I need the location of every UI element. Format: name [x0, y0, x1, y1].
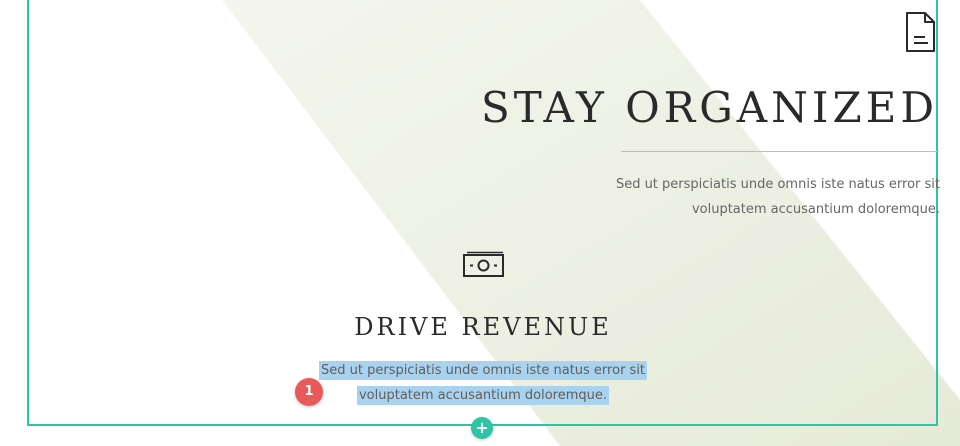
annotation-badge: 1	[295, 378, 323, 406]
add-section-button[interactable]: +	[471, 417, 493, 439]
body-line: Sed ut perspiciatis unde omnis iste natu…	[615, 177, 940, 192]
drive-revenue-text[interactable]: Sed ut perspiciatis unde omnis iste natu…	[300, 358, 666, 408]
selected-text-line[interactable]: Sed ut perspiciatis unde omnis iste natu…	[318, 361, 648, 380]
stay-organized-heading: STAY ORGANIZED	[481, 83, 938, 132]
body-line: voluptatem accusantium doloremque.	[691, 202, 940, 217]
stay-organized-text: Sed ut perspiciatis unde omnis iste natu…	[600, 172, 940, 222]
builder-canvas: STAY ORGANIZED Sed ut perspiciatis unde …	[0, 0, 960, 446]
selected-text-line[interactable]: voluptatem accusantium doloremque.	[356, 386, 610, 405]
drive-revenue-heading: DRIVE REVENUE	[354, 313, 612, 341]
document-icon	[903, 11, 937, 53]
money-icon	[462, 251, 505, 281]
heading-divider	[621, 151, 939, 152]
